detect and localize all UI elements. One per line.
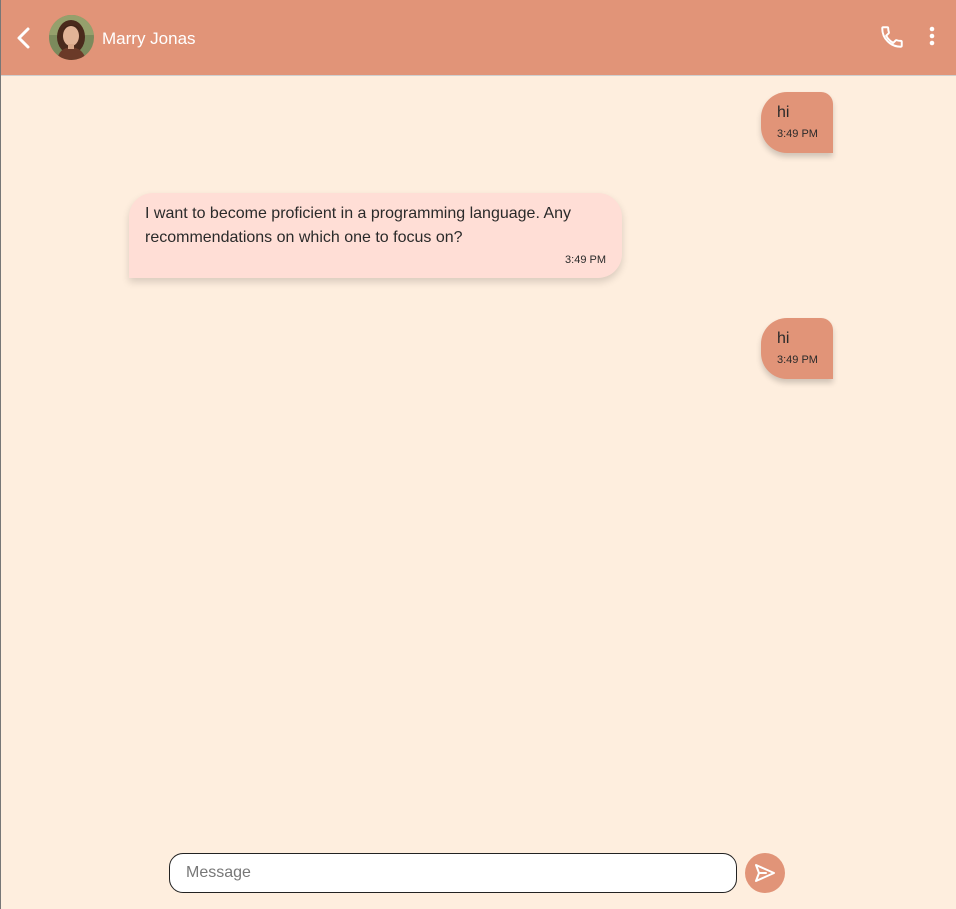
message-text: hi xyxy=(777,104,790,121)
chat-header: Marry Jonas xyxy=(1,0,956,76)
message-time: 3:49 PM xyxy=(565,254,606,266)
chevron-left-icon xyxy=(17,27,30,49)
contact-name: Marry Jonas xyxy=(102,29,196,48)
outgoing-message[interactable]: hi 3:49 PM xyxy=(761,92,833,153)
avatar[interactable] xyxy=(49,15,94,60)
message-text: I want to become proficient in a program… xyxy=(145,205,572,246)
more-vert-icon xyxy=(929,26,935,46)
call-button[interactable] xyxy=(879,24,905,50)
message-time: 3:49 PM xyxy=(777,128,818,140)
message-time: 3:49 PM xyxy=(777,354,818,366)
person-avatar-icon xyxy=(49,15,94,60)
message-input[interactable] xyxy=(169,853,737,893)
phone-icon xyxy=(881,26,903,48)
more-options-button[interactable] xyxy=(923,24,941,50)
incoming-message[interactable]: I want to become proficient in a program… xyxy=(129,193,622,278)
back-button[interactable] xyxy=(11,24,37,52)
send-icon xyxy=(755,864,775,882)
outgoing-message[interactable]: hi 3:49 PM xyxy=(761,318,833,379)
message-text: hi xyxy=(777,330,790,347)
chat-screen: Marry Jonas hi 3:49 PM I want to become … xyxy=(0,0,956,909)
send-button[interactable] xyxy=(745,853,785,893)
